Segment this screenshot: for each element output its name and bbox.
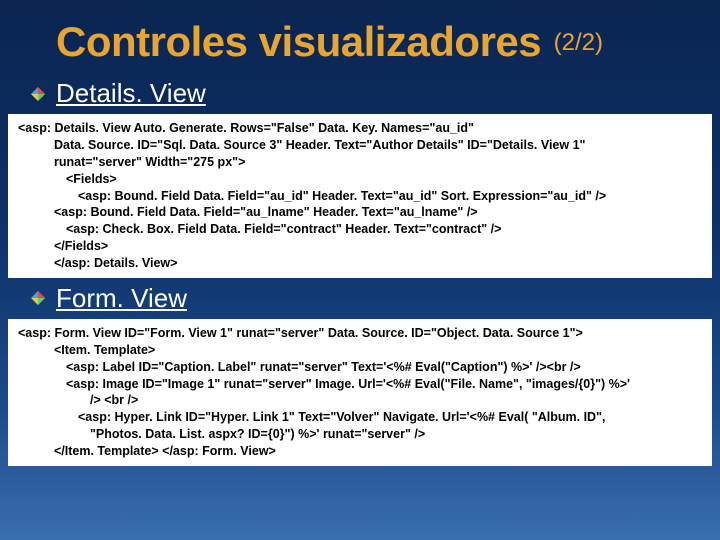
code-formview: <asp: Form. View ID="Form. View 1" runat… [8,319,712,466]
code-line: "Photos. Data. List. aspx? ID={0}") %>' … [16,426,704,443]
diamond-bullet-icon [30,290,46,306]
section-formview: Form. View [0,281,720,316]
code-detailsview: <asp: Details. View Auto. Generate. Rows… [8,114,712,278]
code-line: </Fields> [16,238,704,255]
diamond-bullet-icon [30,86,46,102]
code-line: <Fields> [16,171,704,188]
section-detailsview: Details. View [0,76,720,111]
code-line: <asp: Form. View ID="Form. View 1" runat… [16,325,704,342]
slide-title: Controles visualizadores (2/2) [0,0,720,74]
section-heading-formview: Form. View [56,283,187,314]
code-line: runat="server" Width="275 px"> [16,154,704,171]
code-line: Data. Source. ID="Sql. Data. Source 3" H… [16,137,704,154]
code-line: <asp: Label ID="Caption. Label" runat="s… [16,359,704,376]
code-line: <asp: Hyper. Link ID="Hyper. Link 1" Tex… [16,409,704,426]
code-line: </asp: Details. View> [16,255,704,272]
section-heading-detailsview: Details. View [56,78,206,109]
code-line: /> <br /> [16,392,704,409]
code-line: </Item. Template> </asp: Form. View> [16,443,704,460]
code-line: <Item. Template> [16,342,704,359]
code-line: <asp: Bound. Field Data. Field="au_id" H… [16,188,704,205]
code-line: <asp: Bound. Field Data. Field="au_lname… [16,204,704,221]
title-sub: (2/2) [554,29,603,56]
code-line: <asp: Details. View Auto. Generate. Rows… [16,120,704,137]
title-main: Controles visualizadores [56,18,541,65]
code-line: <asp: Check. Box. Field Data. Field="con… [16,221,704,238]
code-line: <asp: Image ID="Image 1" runat="server" … [16,376,704,393]
